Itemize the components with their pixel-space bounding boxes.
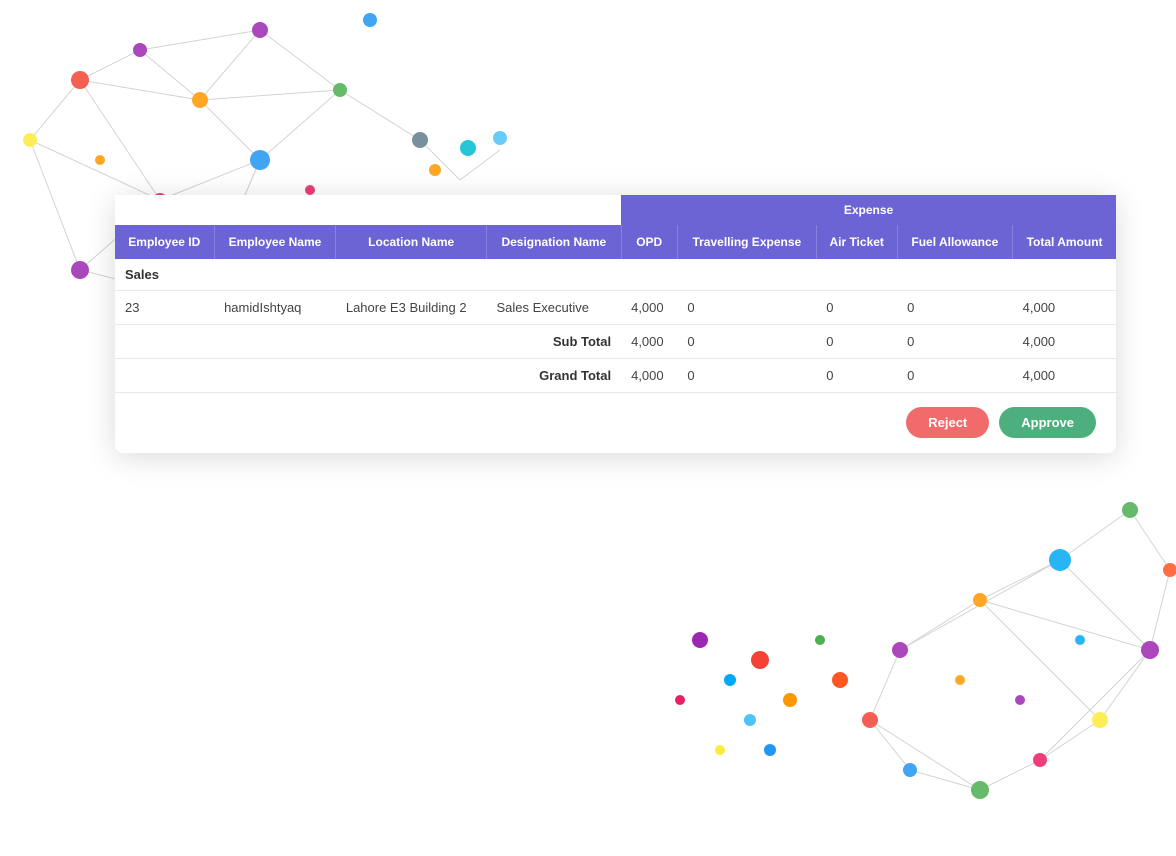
subtotal-cell-1: 0: [677, 325, 816, 359]
data-cell-3: Sales Executive: [487, 291, 622, 325]
col-header-air-ticket: Air Ticket: [816, 225, 897, 259]
header-row-group: Expense: [115, 195, 1116, 225]
report-card: Expense Employee ID Employee Name Locati…: [115, 195, 1116, 453]
data-cell-8: 4,000: [1013, 291, 1116, 325]
expense-table: Expense Employee ID Employee Name Locati…: [115, 195, 1116, 393]
col-header-designation-name: Designation Name: [487, 225, 622, 259]
data-cell-6: 0: [816, 291, 897, 325]
grandtotal-cell-0: 4,000: [621, 359, 677, 393]
data-cell-7: 0: [897, 291, 1013, 325]
data-cell-5: 0: [677, 291, 816, 325]
group-label-row: Sales: [115, 259, 1116, 291]
data-cell-4: 4,000: [621, 291, 677, 325]
col-header-employee-id: Employee ID: [115, 225, 214, 259]
col-header-employee-name: Employee Name: [214, 225, 336, 259]
data-cell-1: hamidIshtyaq: [214, 291, 336, 325]
expense-group-header: Expense: [621, 195, 1116, 225]
col-header-fuel-allowance: Fuel Allowance: [897, 225, 1013, 259]
grandtotal-cell-4: 4,000: [1013, 359, 1116, 393]
col-header-travelling-expense: Travelling Expense: [677, 225, 816, 259]
header-row-columns: Employee ID Employee Name Location Name …: [115, 225, 1116, 259]
action-buttons: Reject Approve: [906, 407, 1096, 438]
subtotal-row: Sub Total4,0000004,000: [115, 325, 1116, 359]
group-name-cell: Sales: [115, 259, 1116, 291]
reject-button[interactable]: Reject: [906, 407, 989, 438]
grandtotal-row: Grand Total4,0000004,000: [115, 359, 1116, 393]
grandtotal-cell-3: 0: [897, 359, 1013, 393]
data-cell-0: 23: [115, 291, 214, 325]
subtotal-cell-0: 4,000: [621, 325, 677, 359]
subtotal-cell-3: 0: [897, 325, 1013, 359]
empty-header: [115, 195, 621, 225]
data-cell-2: Lahore E3 Building 2: [336, 291, 487, 325]
grandtotal-cell-2: 0: [816, 359, 897, 393]
subtotal-cell-4: 4,000: [1013, 325, 1116, 359]
table-row: 23hamidIshtyaqLahore E3 Building 2Sales …: [115, 291, 1116, 325]
col-header-opd: OPD: [621, 225, 677, 259]
col-header-total-amount: Total Amount: [1013, 225, 1116, 259]
subtotal-label: Sub Total: [115, 325, 621, 359]
table-body: Sales23hamidIshtyaqLahore E3 Building 2S…: [115, 259, 1116, 393]
subtotal-cell-2: 0: [816, 325, 897, 359]
approve-button[interactable]: Approve: [999, 407, 1096, 438]
col-header-location-name: Location Name: [336, 225, 487, 259]
grandtotal-label: Grand Total: [115, 359, 621, 393]
grandtotal-cell-1: 0: [677, 359, 816, 393]
